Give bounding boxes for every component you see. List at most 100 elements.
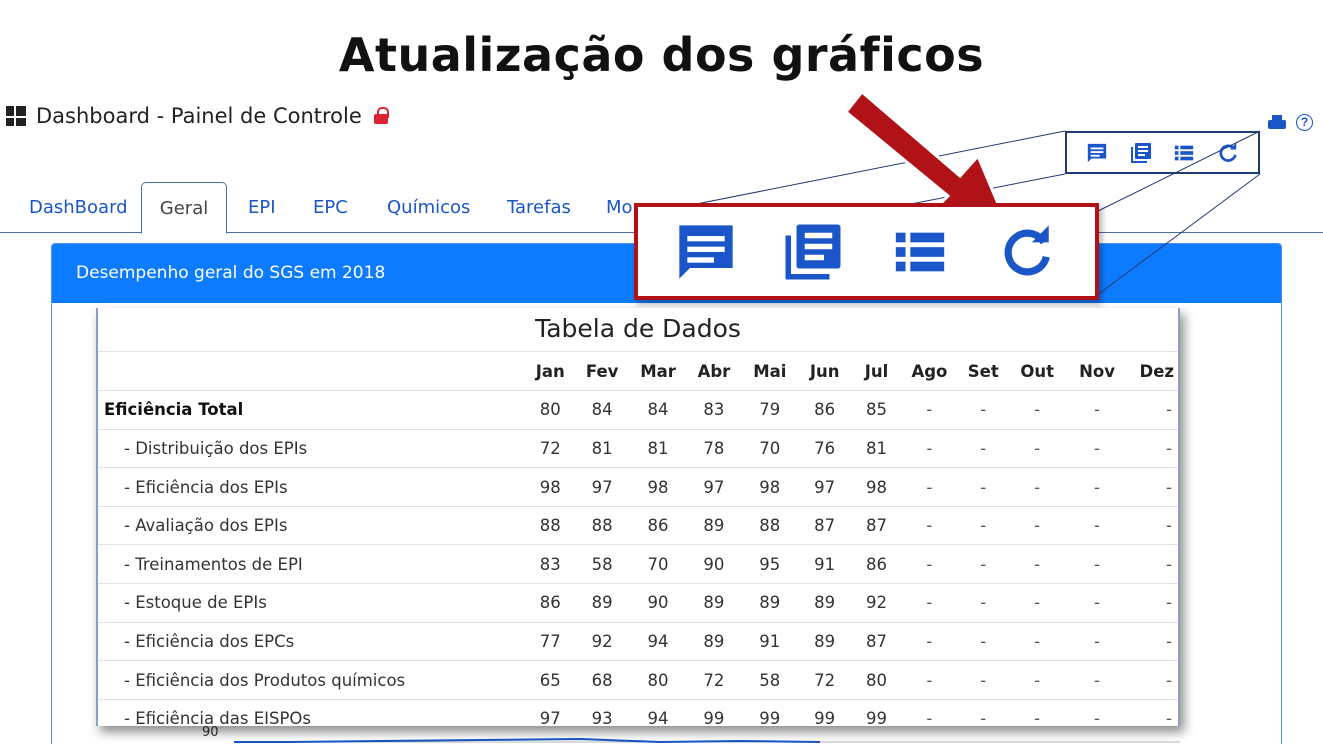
refresh-icon[interactable] <box>992 217 1062 287</box>
cell-value: 87 <box>852 506 901 546</box>
cell-value: - <box>1066 506 1128 546</box>
cell-value: 84 <box>573 390 632 430</box>
cell-value: 79 <box>742 390 797 430</box>
cell-value: - <box>900 467 959 507</box>
cell-value: 86 <box>631 506 685 546</box>
cell-value: 68 <box>573 660 632 700</box>
cell-value: 70 <box>742 429 797 469</box>
cell-value: 89 <box>742 583 797 623</box>
cell-value: 90 <box>685 544 743 585</box>
table-row: - Avaliação dos EPIs 88 88 86 89 88 87 87- - - - - <box>98 506 1178 546</box>
cell-value: 88 <box>573 506 632 546</box>
list-icon[interactable] <box>885 217 955 287</box>
cell-value: 98 <box>631 467 685 507</box>
tab-tarefas[interactable]: Tarefas <box>507 182 571 233</box>
row-label: - Eficiência das EISPOs <box>98 699 528 726</box>
cell-value: 97 <box>685 467 743 507</box>
table-row: Eficiência Total 80 84 84 83 79 86 85- - - - - <box>98 390 1178 430</box>
cell-value: - <box>1008 467 1067 507</box>
cell-value: 76 <box>796 429 853 469</box>
tab-quimicos[interactable]: Químicos <box>387 182 470 233</box>
cell-value: - <box>1127 699 1178 726</box>
cell-value: - <box>1066 467 1128 507</box>
cell-value: 98 <box>852 467 901 507</box>
cell-value: 80 <box>852 660 901 700</box>
cell-value: - <box>1066 544 1128 585</box>
cell-value: 84 <box>631 390 685 430</box>
month-header: Out <box>1008 352 1067 392</box>
month-header: Ago <box>900 352 959 392</box>
cell-value: 89 <box>685 506 743 546</box>
cell-value: 89 <box>685 583 743 623</box>
cell-value: - <box>1127 506 1178 546</box>
row-label: - Treinamentos de EPI <box>98 544 528 585</box>
cell-value: 91 <box>796 544 853 585</box>
cell-value: 99 <box>796 699 853 726</box>
cell-value: 77 <box>527 622 574 662</box>
cell-value: - <box>1127 622 1178 662</box>
cell-value: - <box>958 429 1009 469</box>
document-icon[interactable] <box>778 217 848 287</box>
cell-value: 88 <box>742 506 797 546</box>
month-header: Abr <box>685 352 743 392</box>
cell-value: - <box>1008 622 1067 662</box>
help-icon[interactable]: ? <box>1296 114 1313 131</box>
tab-mo[interactable]: Mo <box>606 182 633 233</box>
cell-value: - <box>958 660 1009 700</box>
cell-value: 58 <box>573 544 632 585</box>
dashboard-grid-icon <box>6 106 26 126</box>
month-header: Mar <box>631 352 685 392</box>
table-row: - Eficiência dos EPCs 77 92 94 89 91 89 87- - - - - <box>98 622 1178 662</box>
cell-value: - <box>1008 506 1067 546</box>
document-icon[interactable] <box>1128 140 1154 166</box>
chart-axis-label: 90 <box>202 725 219 740</box>
cell-value: 58 <box>742 660 797 700</box>
tab-epc[interactable]: EPC <box>313 182 348 233</box>
cell-value: 81 <box>631 429 685 469</box>
cell-value: 89 <box>796 622 853 662</box>
month-header: Fev <box>573 352 632 392</box>
print-icon[interactable] <box>1268 114 1286 131</box>
chart-toolbar <box>1065 131 1260 174</box>
cell-value: - <box>900 583 959 623</box>
refresh-icon[interactable] <box>1215 140 1241 166</box>
row-label: - Distribuição dos EPIs <box>98 429 528 469</box>
cell-value: 72 <box>796 660 853 700</box>
month-header: Jun <box>796 352 853 392</box>
row-label: Eficiência Total <box>98 390 528 430</box>
cell-value: - <box>1008 660 1067 700</box>
month-header: Set <box>958 352 1009 392</box>
header-actions: ? <box>1268 114 1313 131</box>
cell-value: 92 <box>573 622 632 662</box>
cell-value: 72 <box>527 429 574 469</box>
cell-value: 89 <box>573 583 632 623</box>
cell-value: 94 <box>631 622 685 662</box>
list-icon[interactable] <box>1171 140 1197 166</box>
month-header: Mai <box>742 352 797 392</box>
cell-value: 80 <box>631 660 685 700</box>
tab-dashboard[interactable]: DashBoard <box>29 182 128 233</box>
table-row: - Eficiência dos EPIs 98 97 98 97 98 97 98- - - - - <box>98 467 1178 507</box>
cell-value: - <box>1127 544 1178 585</box>
comment-icon[interactable] <box>1084 140 1110 166</box>
tab-geral[interactable]: Geral <box>141 182 227 234</box>
month-header: Jan <box>527 352 574 392</box>
table-row: - Eficiência das EISPOs 97 93 94 99 99 99 99- - -… <box>98 699 1178 726</box>
cell-value: - <box>1127 390 1178 430</box>
cell-value: 89 <box>796 583 853 623</box>
cell-value: - <box>900 622 959 662</box>
row-label: - Avaliação dos EPIs <box>98 506 528 546</box>
cell-value: 97 <box>527 699 574 726</box>
cell-value: 83 <box>527 544 574 585</box>
cell-value: 87 <box>852 622 901 662</box>
cell-value: 72 <box>685 660 743 700</box>
table-header-label <box>98 352 528 392</box>
cell-value: - <box>1008 699 1067 726</box>
comment-icon[interactable] <box>671 217 741 287</box>
tab-epi[interactable]: EPI <box>248 182 276 233</box>
month-header: Dez <box>1127 352 1178 392</box>
cell-value: - <box>1008 390 1067 430</box>
cell-value: 83 <box>685 390 743 430</box>
cell-value: 97 <box>796 467 853 507</box>
cell-value: - <box>1008 583 1067 623</box>
